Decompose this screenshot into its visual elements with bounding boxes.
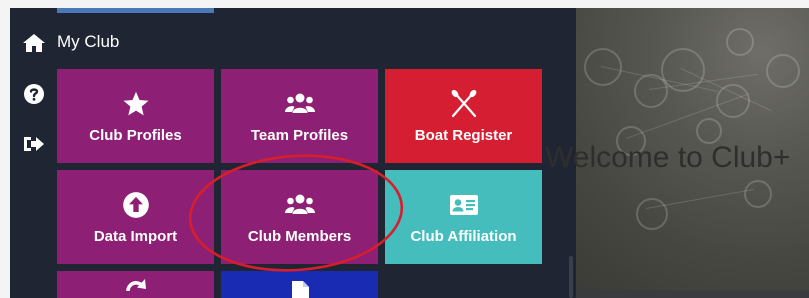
refresh-icon [121,276,151,298]
users-icon [284,190,316,220]
page-title: My Club [57,32,120,51]
team-profiles-tile[interactable]: Team Profiles [221,69,378,163]
help-icon[interactable] [20,81,48,107]
network-node [744,180,772,208]
upload-circle-icon [122,190,150,220]
data-import-tile[interactable]: Data Import [57,170,214,264]
network-node [636,198,668,230]
users-icon [284,89,316,119]
top-strip [0,0,809,8]
tile-label: Club Affiliation [410,227,517,245]
tile-label: Boat Register [414,126,513,144]
star-icon [122,89,150,119]
network-node [766,54,800,88]
tile-label: Club Members [247,227,352,245]
tile-label: Club Profiles [89,126,182,144]
tile-label: Data Import [93,227,178,245]
document-tile[interactable] [221,271,378,298]
home-icon[interactable] [20,30,48,56]
club-affiliation-tile[interactable]: Club Affiliation [385,170,542,264]
id-card-icon [449,190,479,220]
scrollbar-thumb[interactable] [569,256,573,298]
top-tile-edge[interactable] [57,8,214,13]
document-icon [289,279,311,298]
sign-out-icon[interactable] [20,131,48,157]
welcome-heading: Welcome to Club+ [545,141,791,174]
network-node [726,28,754,56]
network-line [646,188,755,209]
club-members-tile[interactable]: Club Members [221,170,378,264]
tile-label: Team Profiles [250,126,349,144]
left-rail [0,0,10,298]
club-profiles-tile[interactable]: Club Profiles [57,69,214,163]
network-node [716,84,750,118]
bottom-bar [576,290,809,298]
boat-register-tile[interactable]: Boat Register [385,69,542,163]
refresh-tile[interactable] [57,271,214,298]
crossed-oars-icon [449,89,479,119]
